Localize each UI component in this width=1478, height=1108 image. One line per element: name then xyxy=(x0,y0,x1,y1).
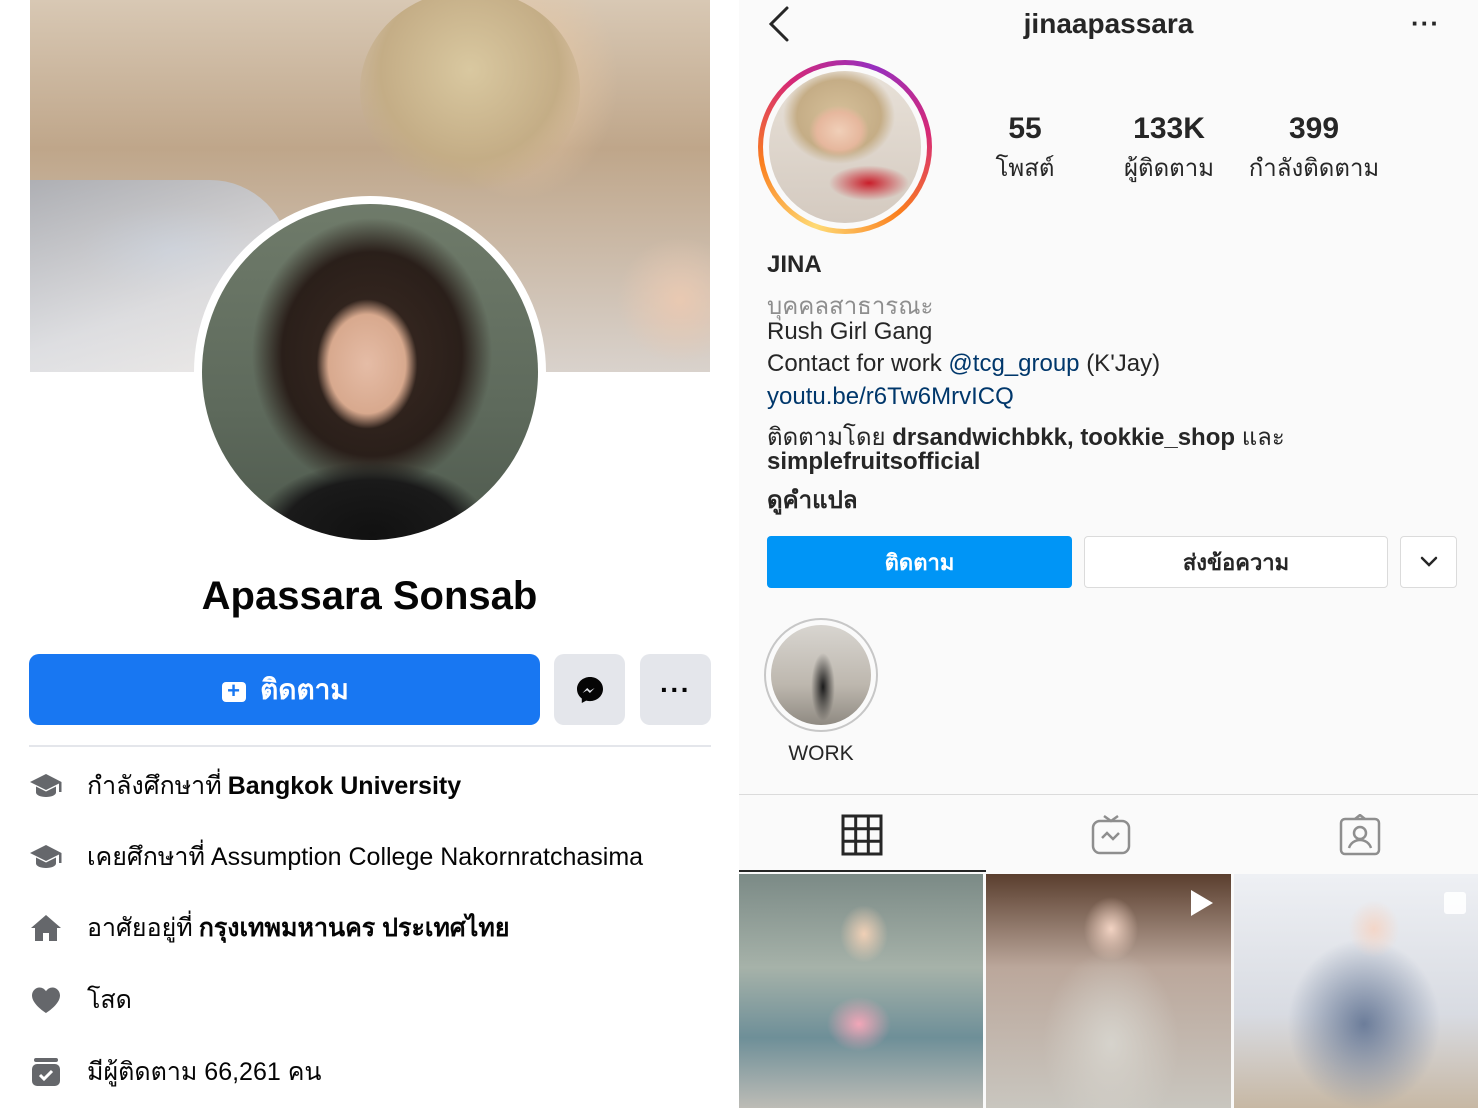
messenger-icon xyxy=(576,676,603,703)
username-title: jinaapassara xyxy=(1023,8,1194,39)
info-row-past-school: เคยศึกษาที่ Assumption College Nakornrat… xyxy=(29,837,729,877)
followed-by-last-name: simplefruitsofficial xyxy=(767,448,981,475)
followed-by-last[interactable]: simplefruitsofficial xyxy=(767,448,980,476)
info-prefix: อาศัยอยู่ที่ xyxy=(87,914,193,942)
stat-label: โพสต์ xyxy=(995,155,1055,182)
info-value[interactable]: Assumption College Nakornratchasima xyxy=(211,843,643,872)
mention-link[interactable]: @tcg_group xyxy=(948,350,1079,377)
story-highlight[interactable] xyxy=(764,618,878,732)
avatar-wrapper xyxy=(763,65,927,229)
video-icon xyxy=(1190,890,1213,916)
follow-button-label: ติดตาม xyxy=(260,673,349,705)
post-thumbnail[interactable] xyxy=(1233,874,1478,1108)
tab-tagged[interactable] xyxy=(1337,812,1383,858)
avatar xyxy=(769,71,921,223)
info-value[interactable]: กรุงเทพมหานคร ประเทศไทย xyxy=(199,908,510,948)
igtv-icon xyxy=(1091,814,1131,855)
post-thumbnail[interactable] xyxy=(739,874,984,1108)
display-name: JINA xyxy=(767,251,822,278)
stat-value: 55 xyxy=(1008,112,1042,145)
suggested-accounts-button[interactable] xyxy=(1400,536,1457,588)
follow-button[interactable]: ติดตาม xyxy=(29,654,540,725)
bio-contact-suffix: (K'Jay) xyxy=(1086,350,1161,377)
followed-by-prefix: ติดตามโดย xyxy=(767,424,886,451)
instagram-profile-panel: jinaapassara ··· 55 โพสต์ 133K ผู้ติดตาม… xyxy=(739,0,1478,1108)
tagged-user-icon xyxy=(1339,814,1381,856)
home-icon xyxy=(29,911,63,945)
profile-picture[interactable] xyxy=(194,196,546,548)
bio-contact-prefix: Contact for work xyxy=(767,350,942,377)
info-prefix: กำลังศึกษาที่ xyxy=(87,772,222,800)
stat-label: ผู้ติดตาม xyxy=(1123,155,1215,182)
info-prefix[interactable]: มีผู้ติดตาม 66,261 คน xyxy=(87,1052,322,1092)
info-value[interactable]: Bangkok University xyxy=(228,772,461,801)
info-row-lives-in: อาศัยอยู่ที่ กรุงเทพมหานคร ประเทศไทย xyxy=(29,908,729,948)
followed-by-and: และ xyxy=(1241,424,1285,451)
stat-following[interactable]: 399 กำลังติดตาม xyxy=(1244,112,1384,187)
profile-picture-image xyxy=(202,204,538,540)
bio-line: Rush Girl Gang xyxy=(767,318,933,345)
chevron-down-icon xyxy=(1420,556,1437,567)
active-tab-indicator xyxy=(739,870,986,872)
stat-followers[interactable]: 133K ผู้ติดตาม xyxy=(1109,112,1229,187)
stat-value: 133K xyxy=(1133,112,1205,145)
highlight-cover xyxy=(771,625,871,725)
followers-icon xyxy=(29,1055,63,1089)
tab-igtv[interactable] xyxy=(1088,812,1134,858)
more-options-button[interactable]: ··· xyxy=(640,654,711,725)
more-options-button[interactable]: ··· xyxy=(1411,8,1440,39)
info-row-current-school: กำลังศึกษาที่ Bangkok University xyxy=(29,766,729,806)
followed-by-names: drsandwichbkk, tookkie_shop xyxy=(892,424,1236,451)
more-icon: ··· xyxy=(660,673,691,705)
stat-value: 399 xyxy=(1288,112,1340,145)
stat-label: กำลังติดตาม xyxy=(1248,155,1380,182)
post-thumbnail[interactable] xyxy=(986,874,1231,1108)
divider xyxy=(739,794,1478,795)
translate-link[interactable]: ดูคำแปล xyxy=(767,480,858,519)
more-icon: ··· xyxy=(1411,8,1440,38)
profile-name: Apassara Sonsab xyxy=(201,574,538,618)
bio-website-link[interactable]: youtu.be/r6Tw6MrvICQ xyxy=(767,383,1014,411)
divider xyxy=(29,745,711,747)
bio-contact: Contact for work @tcg_group (K'Jay) xyxy=(767,350,1160,378)
story-ring[interactable] xyxy=(758,60,932,234)
info-row-followers: มีผู้ติดตาม 66,261 คน xyxy=(29,1052,729,1092)
posts-grid xyxy=(739,874,1478,1108)
message-button[interactable]: ส่งข้อความ xyxy=(1084,536,1388,588)
info-prefix: เคยศึกษาที่ xyxy=(87,843,205,871)
grid-icon xyxy=(841,814,883,856)
graduation-cap-icon xyxy=(29,840,63,874)
graduation-cap-icon xyxy=(29,769,63,803)
translate-label: ดูคำแปล xyxy=(767,487,858,514)
info-prefix: โสด xyxy=(87,986,132,1014)
carousel-icon xyxy=(1443,892,1466,914)
stat-posts[interactable]: 55 โพสต์ xyxy=(985,112,1065,187)
follow-icon xyxy=(220,676,248,704)
facebook-profile-panel: Apassara Sonsab ติดตาม ··· กำลังศึกษาที่… xyxy=(0,0,739,1108)
heart-icon xyxy=(29,983,63,1017)
info-row-relationship: โสด xyxy=(29,980,729,1020)
messenger-button[interactable] xyxy=(554,654,625,725)
highlight-label: WORK xyxy=(788,742,854,765)
tab-grid[interactable] xyxy=(839,812,885,858)
follow-button[interactable]: ติดตาม xyxy=(767,536,1072,588)
